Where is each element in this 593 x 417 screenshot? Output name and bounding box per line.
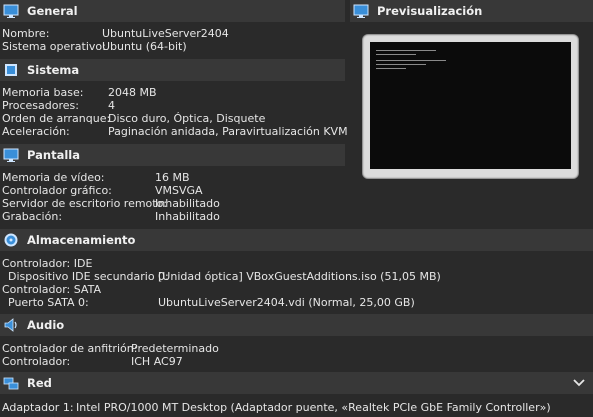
row-key: Orden de arranque: <box>2 112 111 125</box>
row-key: Memoria de vídeo: <box>2 171 105 184</box>
section-almacenamiento-title: Almacenamiento <box>27 233 136 247</box>
row-value: 2048 MB <box>108 86 157 99</box>
vm-preview-screen <box>370 42 571 169</box>
section-sistema-title: Sistema <box>27 63 80 77</box>
row-key: Puerto SATA 0: <box>8 296 89 309</box>
row-value: UbuntuLiveServer2404.vdi (Normal, 25,00 … <box>158 296 415 309</box>
row-key: Procesadores: <box>2 99 79 112</box>
row-value: Ubuntu (64-bit) <box>102 40 187 53</box>
row-value: Inhabilitado <box>155 197 220 210</box>
monitor-icon <box>3 147 19 163</box>
row-value: Disco duro, Óptica, Disquete <box>108 112 266 125</box>
row-key: Controlador gráfico: <box>2 184 112 197</box>
section-preview-title: Previsualización <box>377 4 483 18</box>
row-value: ICH AC97 <box>131 355 183 368</box>
row-key: Sistema operativo: <box>2 40 106 53</box>
row-key: Controlador de anfitrión: <box>2 342 138 355</box>
chevron-down-icon[interactable] <box>573 378 585 388</box>
section-audio-header[interactable]: Audio <box>0 314 593 336</box>
row-key: Controlador: SATA <box>2 283 101 296</box>
row-key: Nombre: <box>2 27 50 40</box>
row-value: Paginación anidada, Paravirtualización K… <box>108 125 348 138</box>
section-pantalla-header[interactable]: Pantalla <box>0 144 345 166</box>
speaker-icon <box>3 317 19 333</box>
section-red-title: Red <box>27 376 52 390</box>
row-key: Adaptador 1: <box>2 401 74 414</box>
row-key: Dispositivo IDE secundario 0: <box>8 270 169 283</box>
chip-icon <box>3 62 19 78</box>
row-key: Controlador: IDE <box>2 257 93 270</box>
section-preview-header[interactable]: Previsualización <box>350 0 593 22</box>
section-almacenamiento-header[interactable]: Almacenamiento <box>0 229 593 251</box>
section-pantalla-title: Pantalla <box>27 148 80 162</box>
row-key: Servidor de escritorio remoto: <box>2 197 168 210</box>
row-value: Intel PRO/1000 MT Desktop (Adaptador pue… <box>76 401 551 414</box>
row-key: Grabación: <box>2 210 63 223</box>
row-value: Predeterminado <box>131 342 219 355</box>
section-audio-title: Audio <box>27 318 65 332</box>
row-value: VMSVGA <box>155 184 203 197</box>
disk-icon <box>3 232 19 248</box>
section-sistema-header[interactable]: Sistema <box>0 59 345 81</box>
row-value: [Unidad óptica] VBoxGuestAdditions.iso (… <box>158 270 441 283</box>
section-general-header[interactable]: General <box>0 0 345 22</box>
row-key: Memoria base: <box>2 86 84 99</box>
row-value: 16 MB <box>155 171 190 184</box>
row-key: Aceleración: <box>2 125 70 138</box>
row-value: 4 <box>108 99 115 112</box>
monitor-icon <box>3 3 19 19</box>
network-icon <box>3 375 19 391</box>
row-key: Controlador: <box>2 355 71 368</box>
row-value: Inhabilitado <box>155 210 220 223</box>
vm-preview[interactable] <box>362 34 579 179</box>
section-general-title: General <box>27 4 78 18</box>
row-value: UbuntuLiveServer2404 <box>102 27 229 40</box>
section-red-header[interactable]: Red <box>0 372 593 394</box>
monitor-icon <box>353 3 369 19</box>
